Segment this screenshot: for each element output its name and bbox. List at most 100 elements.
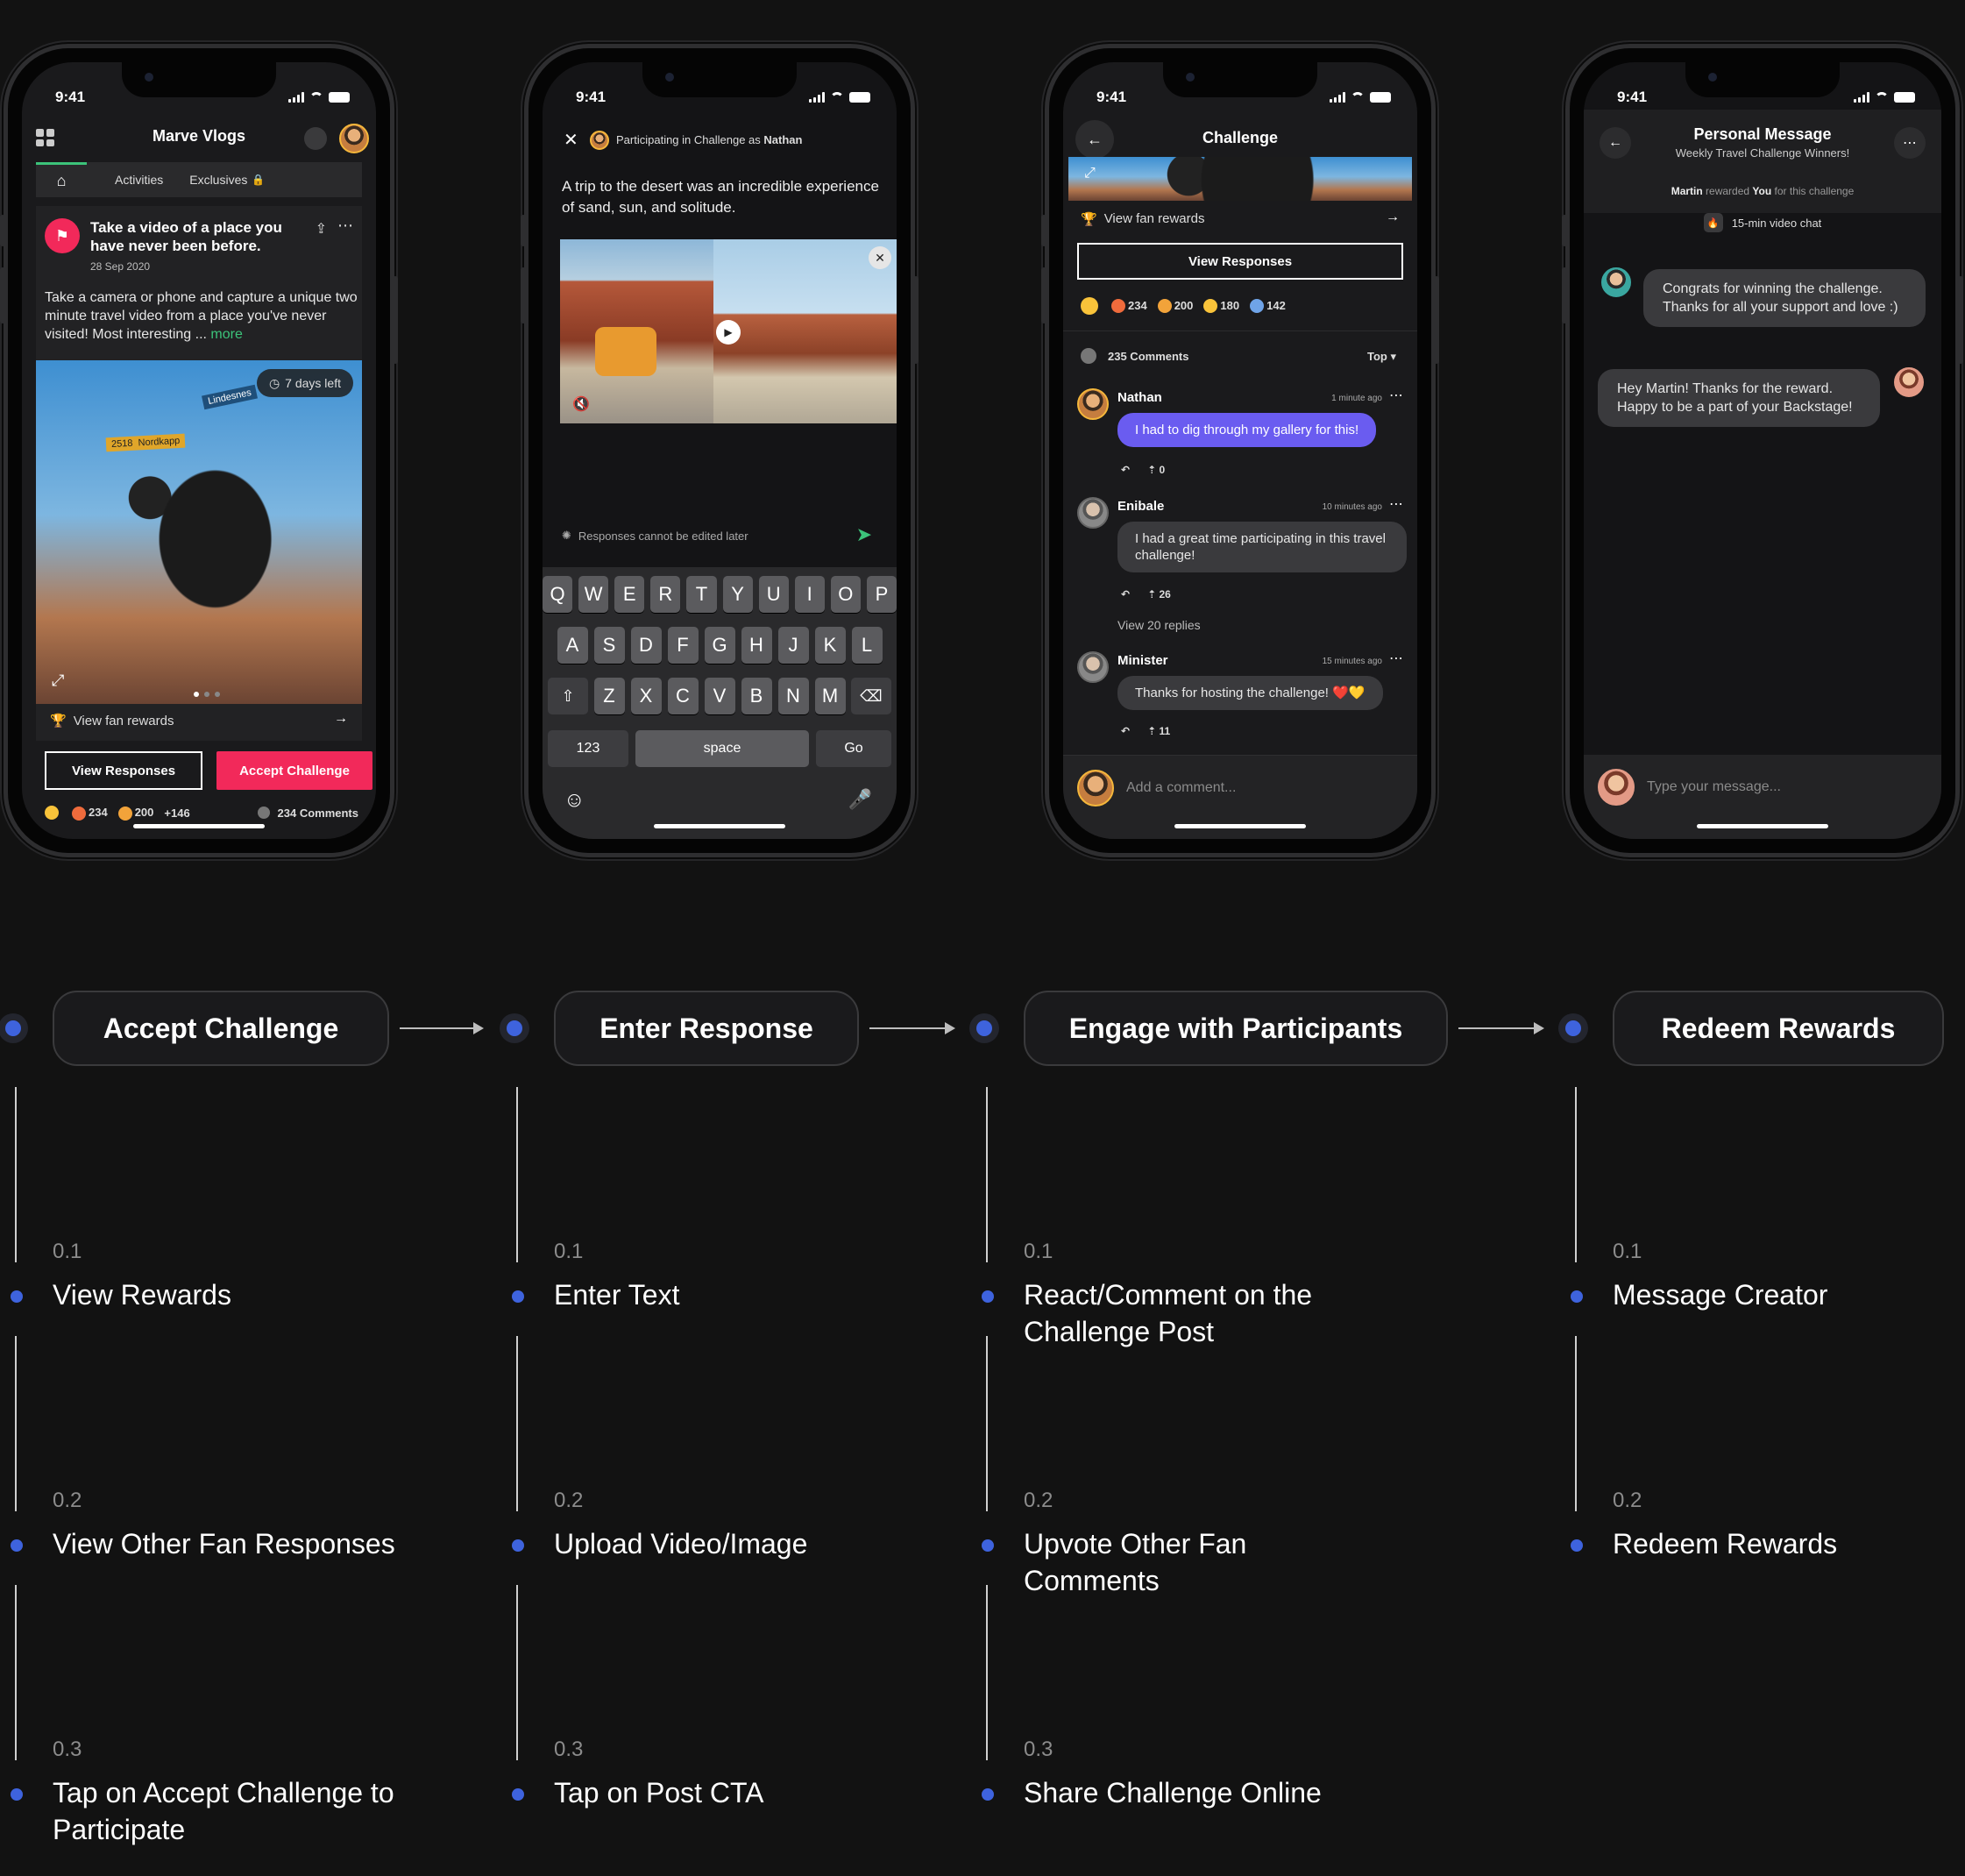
rocket-icon[interactable] <box>304 127 327 150</box>
tab-activities[interactable]: Activities <box>115 173 163 187</box>
upvote-button[interactable]: ⇡ 26 <box>1147 588 1171 600</box>
keyboard-key[interactable]: K <box>814 627 846 664</box>
expand-icon[interactable]: ⤢ <box>52 672 64 690</box>
view-responses-button[interactable]: View Responses <box>45 751 202 790</box>
view-replies-link[interactable]: View 20 replies <box>1117 618 1201 632</box>
upvote-count: 11 <box>1159 725 1171 737</box>
keyboard-key[interactable]: V <box>704 678 735 714</box>
reaction-wow[interactable]: 142 <box>1250 299 1286 314</box>
commenter-avatar[interactable] <box>1077 651 1109 683</box>
step-number: 0.1 <box>1613 1240 1642 1263</box>
keyboard-key[interactable]: X <box>630 678 662 714</box>
comment-more-icon[interactable]: ⋯ <box>1389 650 1403 667</box>
sort-dropdown[interactable]: Top ▾ <box>1367 350 1396 364</box>
view-fan-rewards-row[interactable]: 🏆 View fan rewards <box>1081 211 1204 227</box>
commenter-avatar[interactable] <box>1077 497 1109 529</box>
keyboard-key[interactable]: I <box>794 576 825 613</box>
go-key[interactable]: Go <box>816 730 891 767</box>
comment-input[interactable]: Add a comment... <box>1126 780 1236 796</box>
keyboard-key[interactable]: F <box>667 627 699 664</box>
accept-challenge-button[interactable]: Accept Challenge <box>216 751 372 790</box>
keyboard-key[interactable]: P <box>866 576 897 613</box>
arrow-right-icon[interactable]: → <box>334 711 348 727</box>
reply-icon[interactable]: ↶ <box>1121 464 1130 476</box>
arrow-right-icon[interactable]: → <box>1386 210 1400 225</box>
keyboard-key[interactable]: G <box>704 627 735 664</box>
share-icon[interactable]: ⇪ <box>316 220 327 238</box>
stage-engage-participants: Engage with Participants <box>1024 991 1448 1066</box>
message-input[interactable]: Type your message... <box>1647 779 1781 795</box>
keyboard-key[interactable]: C <box>667 678 699 714</box>
keyboard-key[interactable]: T <box>686 576 717 613</box>
shift-key[interactable]: ⇧ <box>548 678 588 714</box>
reaction-more-count[interactable]: +146 <box>164 807 189 820</box>
comment-more-icon[interactable]: ⋯ <box>1389 495 1403 513</box>
view-fan-rewards-row[interactable]: 🏆 View fan rewards <box>50 713 174 729</box>
reaction-smile[interactable]: 180 <box>1203 299 1239 314</box>
more-icon[interactable]: ⋯ <box>1894 127 1926 159</box>
chat-title: Personal Message <box>1693 125 1832 143</box>
reply-icon[interactable]: ↶ <box>1121 725 1130 737</box>
space-key[interactable]: space <box>635 730 809 767</box>
profile-avatar[interactable] <box>339 124 369 153</box>
uploaded-media[interactable]: ✕ ▶ 🔇 <box>560 239 897 423</box>
keyboard-key[interactable]: E <box>614 576 645 613</box>
view-responses-button[interactable]: View Responses <box>1077 243 1403 280</box>
emoji-icon[interactable]: ☺ <box>564 788 585 813</box>
reaction-smile-count: 180 <box>1220 298 1240 312</box>
tab-home[interactable]: ⌂ <box>36 162 87 197</box>
more-link[interactable]: more <box>210 327 242 342</box>
keyboard-key[interactable]: M <box>814 678 846 714</box>
response-text-input[interactable]: A trip to the desert was an incredible e… <box>562 176 895 218</box>
challenge-date: 28 Sep 2020 <box>90 260 151 273</box>
creator-avatar <box>1601 267 1631 297</box>
send-icon[interactable]: ➤ <box>856 523 872 546</box>
stage-dot <box>1565 1020 1581 1036</box>
reply-icon[interactable]: ↶ <box>1121 588 1130 600</box>
add-reaction-icon[interactable] <box>1081 297 1098 315</box>
challenge-photo-strip[interactable]: ⤢ <box>1068 157 1412 201</box>
keyboard-key[interactable]: L <box>851 627 883 664</box>
comment-more-icon[interactable]: ⋯ <box>1389 387 1403 404</box>
keyboard-key[interactable]: S <box>593 627 625 664</box>
play-icon[interactable]: ▶ <box>716 320 741 345</box>
lock-icon: 🔒 <box>252 174 266 186</box>
step-number: 0.3 <box>1024 1737 1053 1761</box>
reward-from: Martin <box>1671 185 1703 197</box>
microphone-icon[interactable]: 🎤 <box>848 788 872 811</box>
reaction-love[interactable]: 234 <box>72 806 108 821</box>
keyboard-key[interactable]: B <box>741 678 772 714</box>
upvote-button[interactable]: ⇡ 0 <box>1147 464 1165 476</box>
keyboard-key[interactable]: O <box>830 576 861 613</box>
phone-accept-challenge: 9:41 Marve Vlogs ⌂ Activities Exclusives… <box>0 44 398 857</box>
keyboard-key[interactable]: J <box>777 627 809 664</box>
comments-count[interactable]: 234 Comments <box>257 807 358 820</box>
keyboard-key[interactable]: Y <box>722 576 753 613</box>
mute-icon[interactable]: 🔇 <box>572 395 590 413</box>
keyboard-key[interactable]: U <box>758 576 789 613</box>
keyboard-key[interactable]: D <box>630 627 662 664</box>
reaction-laugh[interactable]: 200 <box>117 806 153 821</box>
status-time: 9:41 <box>55 89 86 105</box>
numbers-key[interactable]: 123 <box>548 730 628 767</box>
backspace-key[interactable]: ⌫ <box>851 678 891 714</box>
commenter-avatar[interactable] <box>1077 388 1109 420</box>
keyboard-key[interactable]: Q <box>543 576 573 613</box>
add-reaction-icon[interactable] <box>45 806 59 821</box>
keyboard-key[interactable]: H <box>741 627 772 664</box>
remove-media-icon[interactable]: ✕ <box>869 246 891 269</box>
reaction-love[interactable]: 234 <box>1111 299 1147 314</box>
keyboard-key[interactable]: R <box>650 576 681 613</box>
challenge-photo[interactable]: ◷ 7 days left Lindesnes 2518 Nordkapp ⤢ <box>36 360 362 704</box>
expand-icon[interactable]: ⤢ <box>1084 166 1096 181</box>
close-icon[interactable]: ✕ <box>564 129 578 151</box>
more-icon[interactable]: ⋯ <box>337 217 353 235</box>
upvote-button[interactable]: ⇡ 11 <box>1147 725 1170 737</box>
keyboard-key[interactable]: W <box>578 576 609 613</box>
keyboard-key[interactable]: N <box>777 678 809 714</box>
keyboard-key[interactable]: Z <box>593 678 625 714</box>
reaction-laugh[interactable]: 200 <box>1157 299 1193 314</box>
comment-time: 10 minutes ago <box>1322 502 1382 512</box>
keyboard-key[interactable]: A <box>557 627 588 664</box>
tab-exclusives[interactable]: Exclusives <box>189 173 247 187</box>
